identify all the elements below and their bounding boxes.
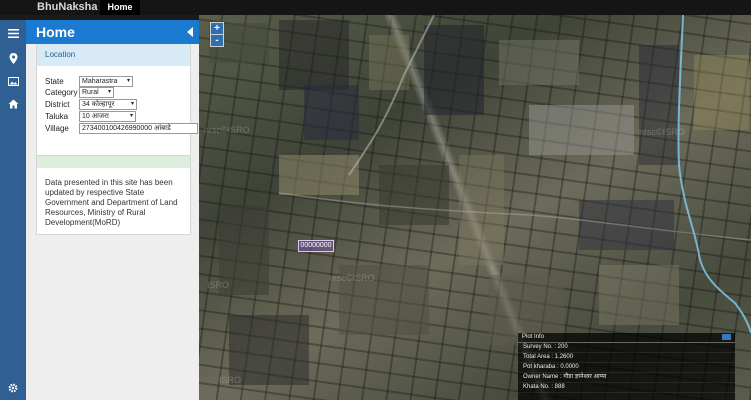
chevron-down-icon: ▾ bbox=[129, 113, 133, 119]
home-icon bbox=[8, 99, 18, 109]
location-card: Location State Maharastra ▾ Category Rura… bbox=[36, 44, 198, 156]
state-label: State bbox=[45, 77, 64, 86]
taluka-select[interactable]: 10 आजरा ▾ bbox=[79, 111, 136, 122]
plot-survey-no: Survey No. : 200 bbox=[518, 343, 735, 353]
marker-button[interactable] bbox=[0, 47, 26, 69]
village-row: Village 273400100426990000 आंबाडे bbox=[45, 123, 198, 134]
plot-khata-no: Khata No. : 888 bbox=[518, 383, 735, 393]
top-navbar: BhuNaksha Home bbox=[0, 0, 751, 15]
notice-header bbox=[37, 156, 190, 168]
zoom-out-button[interactable]: - bbox=[211, 35, 223, 46]
image-icon bbox=[7, 76, 19, 86]
chevron-down-icon: ▾ bbox=[130, 101, 134, 107]
menu-button[interactable] bbox=[0, 22, 26, 44]
home-button[interactable] bbox=[0, 93, 26, 115]
district-label: District bbox=[45, 100, 70, 109]
watermark: ISRO bbox=[207, 280, 230, 290]
plot-info-popup: Plot Info Survey No. : 200 Total Area : … bbox=[518, 333, 735, 400]
plot-pot-kharaba: Pot kharaba : 0.0000 bbox=[518, 363, 735, 373]
collapse-arrow-icon[interactable] bbox=[187, 27, 193, 37]
settings-button[interactable] bbox=[0, 377, 26, 399]
zoom-in-button[interactable]: + bbox=[211, 23, 223, 34]
watermark: nrsc©ISRO bbox=[204, 125, 250, 135]
category-value: Rural bbox=[82, 89, 99, 96]
category-row: Category Rural ▾ bbox=[45, 87, 114, 98]
category-label: Category bbox=[45, 88, 78, 97]
layers-button[interactable] bbox=[0, 70, 26, 92]
district-row: District 34 कोल्हापूर ▾ bbox=[45, 99, 137, 110]
chevron-down-icon: ▾ bbox=[107, 89, 111, 95]
watermark: ISRO bbox=[219, 375, 242, 385]
notice-text: Data presented in this site has been upd… bbox=[45, 178, 178, 227]
sidebar bbox=[0, 20, 26, 400]
home-panel: Home Location State Maharastra ▾ Category… bbox=[26, 20, 199, 400]
village-input[interactable]: 273400100426990000 आंबाडे bbox=[79, 123, 198, 134]
taluka-row: Taluka 10 आजरा ▾ bbox=[45, 111, 136, 122]
expand-icon[interactable] bbox=[722, 334, 731, 340]
state-select[interactable]: Maharastra ▾ bbox=[79, 76, 133, 87]
plot-owner-name: Owner Name : गौडा ज्ञानेश्वर आप्पा bbox=[518, 373, 735, 383]
district-value: 34 कोल्हापूर bbox=[82, 101, 115, 108]
chevron-down-icon: ▾ bbox=[126, 78, 130, 84]
plot-info-header: Plot Info bbox=[518, 333, 735, 343]
notice-card: Data presented in this site has been upd… bbox=[36, 155, 191, 235]
watermark: nrsc©ISRO bbox=[329, 273, 375, 283]
taluka-label: Taluka bbox=[45, 112, 69, 121]
plot-info-title: Plot Info bbox=[522, 334, 545, 340]
settings-icon bbox=[8, 383, 18, 393]
selected-plot-highlight[interactable]: 00000000 bbox=[298, 240, 334, 252]
panel-title: Home bbox=[36, 24, 75, 40]
village-label: Village bbox=[45, 124, 69, 133]
state-row: State Maharastra ▾ bbox=[45, 76, 133, 87]
panel-header: Home bbox=[26, 20, 199, 44]
plot-label: 00000000 bbox=[300, 242, 332, 249]
plot-total-area: Total Area : 1.2600 bbox=[518, 353, 735, 363]
menu-icon bbox=[7, 28, 19, 38]
brand-logo-text[interactable]: BhuNaksha bbox=[37, 0, 98, 15]
location-header: Location bbox=[37, 44, 190, 66]
nav-tab-home[interactable]: Home bbox=[100, 0, 140, 15]
zoom-control: + - bbox=[210, 22, 224, 47]
category-select[interactable]: Rural ▾ bbox=[79, 87, 114, 98]
watermark: nrsc©ISRO bbox=[639, 127, 685, 137]
map-marker-icon bbox=[9, 52, 17, 64]
state-value: Maharastra bbox=[82, 78, 118, 85]
district-select[interactable]: 34 कोल्हापूर ▾ bbox=[79, 99, 137, 110]
taluka-value: 10 आजरा bbox=[82, 113, 109, 120]
